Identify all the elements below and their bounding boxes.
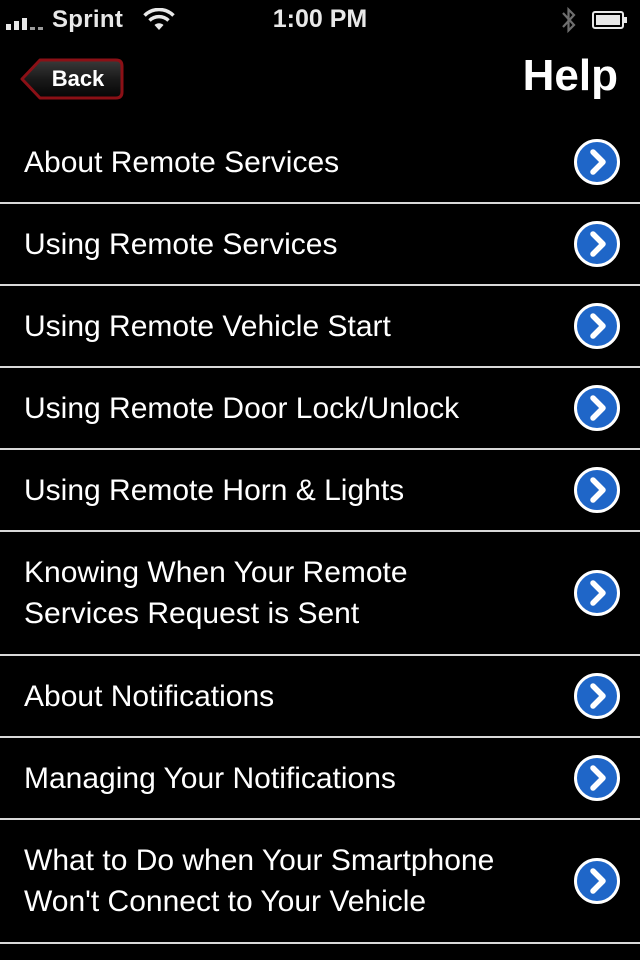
help-item-about-remote-services[interactable]: About Remote Services — [0, 122, 640, 204]
help-item-label: Using Remote Services — [24, 227, 338, 261]
help-item-label: About Notifications — [24, 679, 275, 713]
disclosure-arrow-icon[interactable] — [574, 139, 620, 185]
help-list: About Remote Services Using Remote Servi… — [0, 122, 640, 944]
help-item-request-sent[interactable]: Knowing When Your Remote Services Reques… — [0, 532, 640, 656]
bluetooth-icon — [562, 6, 576, 34]
help-item-remote-horn-lights[interactable]: Using Remote Horn & Lights — [0, 450, 640, 532]
help-item-label: Knowing When Your Remote Services Reques… — [24, 556, 408, 630]
disclosure-arrow-icon[interactable] — [574, 673, 620, 719]
disclosure-arrow-icon[interactable] — [574, 385, 620, 431]
disclosure-arrow-icon[interactable] — [574, 303, 620, 349]
battery-icon — [592, 11, 627, 29]
help-item-managing-notifications[interactable]: Managing Your Notifications — [0, 738, 640, 820]
nav-bar: Back Help — [0, 40, 640, 122]
disclosure-arrow-icon[interactable] — [574, 858, 620, 904]
help-item-label: Managing Your Notifications — [24, 761, 396, 795]
status-bar: Sprint 1:00 PM — [0, 0, 640, 40]
back-button[interactable]: Back — [20, 58, 124, 100]
help-item-smartphone-wont-connect[interactable]: What to Do when Your Smartphone Won't Co… — [0, 820, 640, 944]
help-item-label: About Remote Services — [24, 145, 340, 179]
help-item-about-notifications[interactable]: About Notifications — [0, 656, 640, 738]
back-button-label: Back — [51, 66, 105, 91]
help-item-using-remote-services[interactable]: Using Remote Services — [0, 204, 640, 286]
help-item-label: Using Remote Horn & Lights — [24, 473, 405, 507]
help-item-label: What to Do when Your Smartphone Won't Co… — [24, 844, 495, 918]
status-clock: 1:00 PM — [272, 5, 368, 33]
disclosure-arrow-icon[interactable] — [574, 467, 620, 513]
help-item-label: Using Remote Vehicle Start — [24, 309, 391, 343]
help-item-label: Using Remote Door Lock/Unlock — [24, 391, 460, 425]
page-title: Help — [522, 51, 618, 100]
disclosure-arrow-icon[interactable] — [574, 755, 620, 801]
help-item-remote-door-lock[interactable]: Using Remote Door Lock/Unlock — [0, 368, 640, 450]
disclosure-arrow-icon[interactable] — [574, 570, 620, 616]
disclosure-arrow-icon[interactable] — [574, 221, 620, 267]
help-item-remote-vehicle-start[interactable]: Using Remote Vehicle Start — [0, 286, 640, 368]
